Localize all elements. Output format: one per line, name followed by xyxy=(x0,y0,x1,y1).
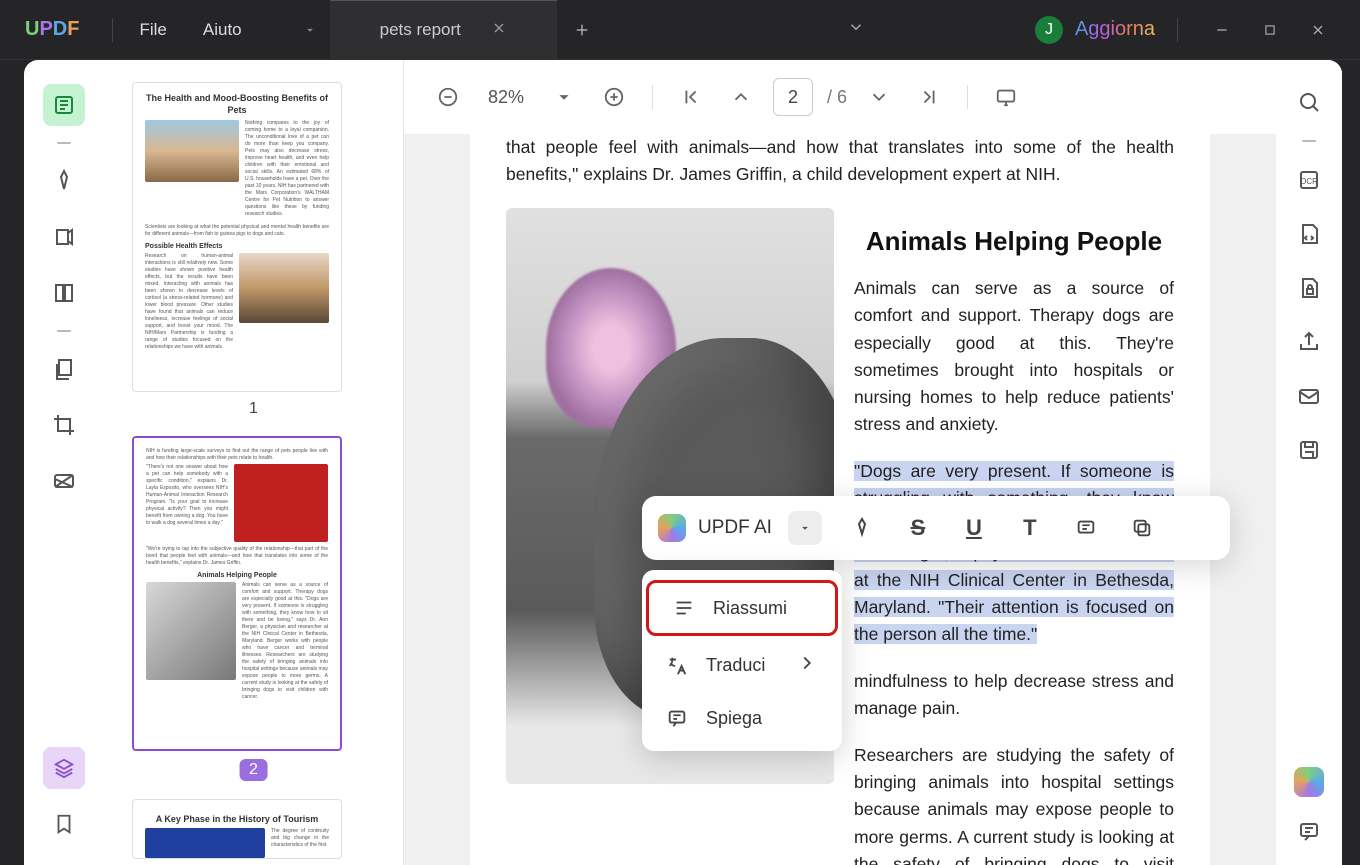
ai-label: UPDF AI xyxy=(698,517,772,539)
ai-selection-toolbar: UPDF AI S U T xyxy=(642,496,1230,560)
zoom-dropdown[interactable] xyxy=(546,79,582,115)
ai-dropdown-button[interactable] xyxy=(788,511,822,545)
highlight-tool-icon[interactable] xyxy=(838,508,886,548)
thumbnail-panel: The Health and Mood-Boosting Benefits of… xyxy=(104,60,404,865)
ai-dropdown-menu: Riassumi Traduci Spiega xyxy=(642,570,842,751)
first-page-button[interactable] xyxy=(673,79,709,115)
thumb-label-2: 2 xyxy=(239,759,268,781)
zoom-in-button[interactable] xyxy=(596,79,632,115)
menu-help[interactable]: Aiuto xyxy=(185,20,260,40)
underline-tool-icon[interactable]: U xyxy=(950,508,998,548)
maximize-button[interactable] xyxy=(1248,8,1292,52)
divider xyxy=(1302,140,1316,142)
note-tool-icon[interactable] xyxy=(1062,508,1110,548)
last-page-button[interactable] xyxy=(911,79,947,115)
close-window-button[interactable] xyxy=(1296,8,1340,52)
convert-icon[interactable] xyxy=(1291,216,1327,252)
left-toolbar xyxy=(24,60,104,865)
page-number-input[interactable] xyxy=(773,78,813,116)
paragraph: Animals can serve as a source of comfort… xyxy=(854,275,1174,438)
copy-tool-icon[interactable] xyxy=(1118,508,1166,548)
edit-icon[interactable] xyxy=(43,216,85,258)
tab-label: pets report xyxy=(380,20,461,40)
right-toolbar: OCR xyxy=(1276,60,1342,865)
ai-item-label: Traduci xyxy=(706,655,765,676)
profile-avatar[interactable]: J xyxy=(1035,16,1063,44)
page-organize-icon[interactable] xyxy=(43,272,85,314)
thumb-title: The Health and Mood-Boosting Benefits of… xyxy=(145,93,329,116)
paragraph: mindfulness to help decrease stress and … xyxy=(854,668,1174,722)
tab-dropdown[interactable] xyxy=(290,23,330,37)
new-tab-button[interactable] xyxy=(557,21,607,39)
ai-item-label: Riassumi xyxy=(713,598,787,619)
thumbnail-page-3[interactable]: A Key Phase in the History of Tourism Th… xyxy=(132,799,342,859)
divider xyxy=(1177,18,1178,42)
highlighter-icon[interactable] xyxy=(43,160,85,202)
next-page-button[interactable] xyxy=(861,79,897,115)
ai-explain-item[interactable]: Spiega xyxy=(642,693,842,743)
page-total: / 6 xyxy=(827,87,847,108)
updf-ai-icon[interactable] xyxy=(1294,767,1324,797)
zoom-level: 82% xyxy=(488,87,524,108)
comment-icon[interactable] xyxy=(1291,813,1327,849)
thumb-subhead: Possible Health Effects xyxy=(145,242,329,251)
divider xyxy=(652,85,653,109)
email-icon[interactable] xyxy=(1291,378,1327,414)
divider xyxy=(967,85,968,109)
tab-close-icon[interactable] xyxy=(491,20,507,41)
ocr-icon[interactable]: OCR xyxy=(1291,162,1327,198)
save-icon[interactable] xyxy=(1291,432,1327,468)
document-heading: Animals Helping People xyxy=(854,226,1174,257)
share-icon[interactable] xyxy=(1291,324,1327,360)
tab-overflow-icon[interactable] xyxy=(847,18,865,41)
crop-icon[interactable] xyxy=(43,404,85,446)
thumbnail-page-1[interactable]: The Health and Mood-Boosting Benefits of… xyxy=(132,82,342,392)
menu-file[interactable]: File xyxy=(121,20,184,40)
ai-summarize-item[interactable]: Riassumi xyxy=(646,580,838,636)
squiggly-tool-icon[interactable]: T xyxy=(1006,508,1054,548)
thumb-heading: A Key Phase in the History of Tourism xyxy=(145,814,329,826)
thumb-label-1: 1 xyxy=(132,400,375,418)
reader-mode-icon[interactable] xyxy=(43,84,85,126)
paragraph: Researchers are studying the safety of b… xyxy=(854,742,1174,865)
divider xyxy=(57,142,71,144)
bookmark-icon[interactable] xyxy=(43,803,85,845)
pages-icon[interactable] xyxy=(43,348,85,390)
svg-text:OCR: OCR xyxy=(1300,177,1318,186)
ai-translate-item[interactable]: Traduci xyxy=(642,638,842,693)
layers-icon[interactable] xyxy=(43,747,85,789)
chevron-right-icon xyxy=(796,652,818,679)
divider xyxy=(112,18,113,42)
thumb-heading: Animals Helping People xyxy=(146,571,328,580)
update-button[interactable]: Aggiorna xyxy=(1075,18,1155,41)
strikethrough-tool-icon[interactable]: S xyxy=(894,508,942,548)
paragraph: that people feel with animals—and how th… xyxy=(506,134,1174,188)
search-icon[interactable] xyxy=(1291,84,1327,120)
title-bar: UPDF File Aiuto pets report J Aggiorna xyxy=(0,0,1360,60)
protect-icon[interactable] xyxy=(1291,270,1327,306)
divider xyxy=(57,330,71,332)
viewer-toolbar: 82% / 6 xyxy=(404,60,1276,134)
prev-page-button[interactable] xyxy=(723,79,759,115)
document-tab[interactable]: pets report xyxy=(330,0,557,60)
thumbnail-page-2[interactable]: NIH is funding large-scale surveys to fi… xyxy=(132,436,342,751)
app-logo: UPDF xyxy=(25,18,79,41)
presentation-icon[interactable] xyxy=(988,79,1024,115)
minimize-button[interactable] xyxy=(1200,8,1244,52)
ai-item-label: Spiega xyxy=(706,708,762,729)
updf-ai-logo-icon xyxy=(658,514,686,542)
zoom-out-button[interactable] xyxy=(430,79,466,115)
redact-icon[interactable] xyxy=(43,460,85,502)
